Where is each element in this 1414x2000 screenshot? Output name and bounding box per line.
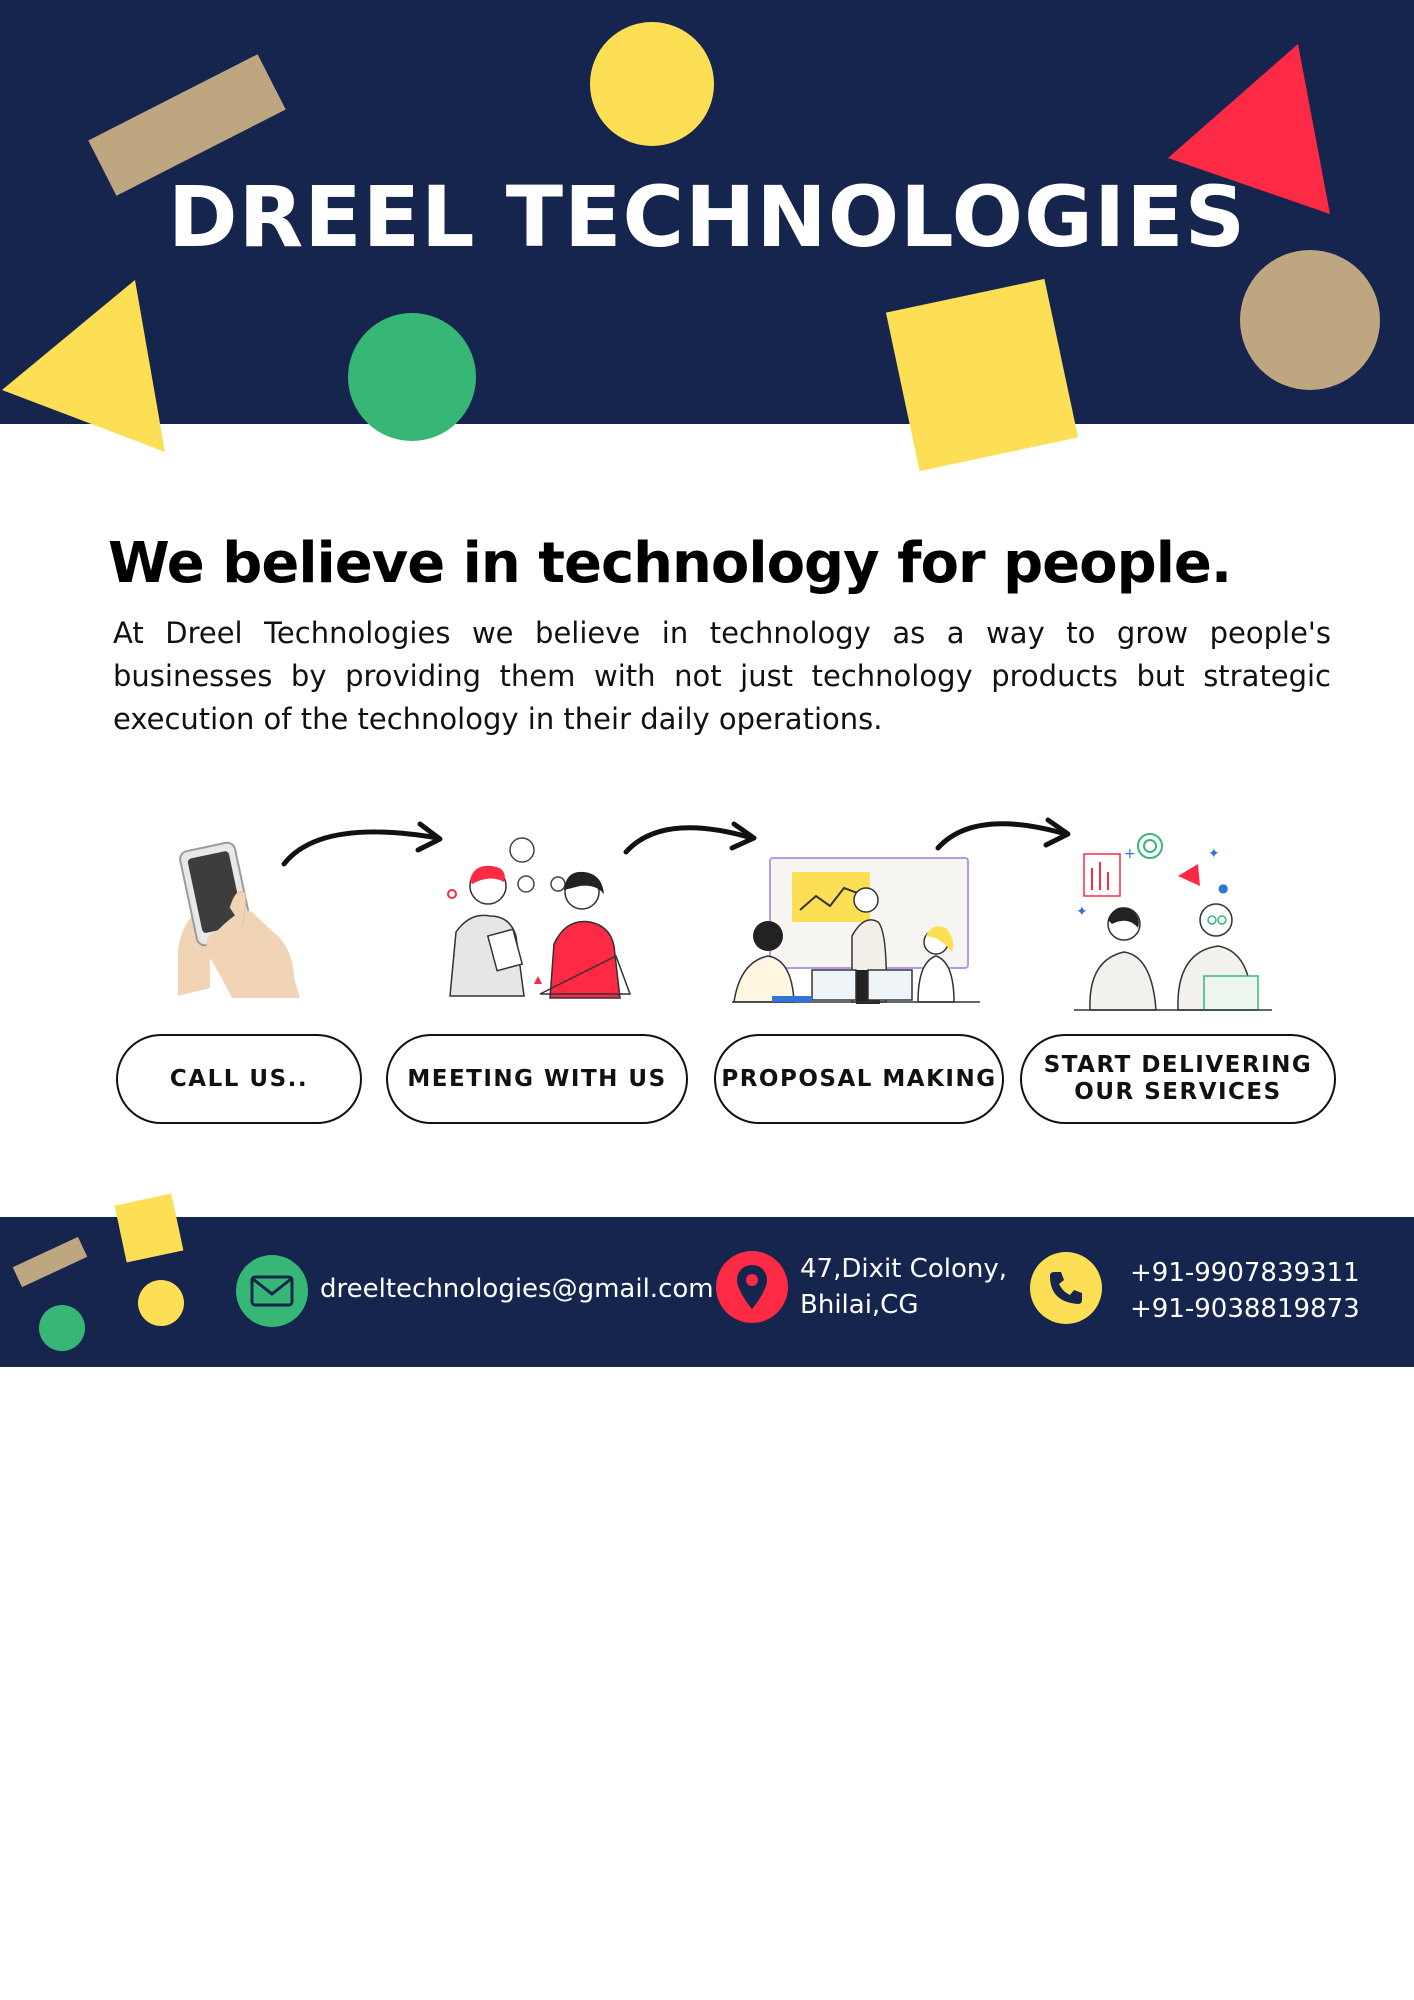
intro-paragraph: At Dreel Technologies we believe in tech…: [113, 616, 1331, 736]
svg-text:+: +: [1124, 846, 1136, 862]
svg-text:●: ●: [1218, 881, 1228, 895]
phone-numbers[interactable]: +91-9907839311 +91-9038819873: [1130, 1255, 1360, 1327]
address-text: 47,Dixit Colony, Bhilai,CG: [800, 1251, 1007, 1323]
delivery-illustration: + ✦ ✦ ●: [1074, 833, 1272, 1011]
step-label: PROPOSAL MAKING: [721, 1065, 997, 1092]
curved-arrow-icon: [281, 821, 443, 867]
presentation-illustration: [732, 857, 980, 1004]
decor-tan-rectangle: [12, 1236, 88, 1288]
headline: We believe in technology for people.: [108, 531, 1232, 596]
phone-2: +91-9038819873: [1130, 1294, 1360, 1324]
decor-yellow-square: [114, 1193, 184, 1263]
header-banner: DREEL TECHNOLOGIES: [0, 0, 1414, 441]
email-value: dreeltechnologies@gmail.com: [320, 1274, 714, 1304]
step-label: MEETING WITH US: [407, 1065, 667, 1092]
location-pin-icon: [716, 1251, 788, 1323]
step-label: START DELIVERING OUR SERVICES: [1043, 1052, 1313, 1105]
curved-arrow-icon: [623, 821, 757, 855]
decor-yellow-circle: [138, 1280, 184, 1326]
decor-yellow-square: [885, 278, 1079, 472]
svg-text:✦: ✦: [1076, 904, 1088, 920]
step-label: CALL US..: [169, 1065, 309, 1092]
page-title: DREEL TECHNOLOGIES: [167, 168, 1247, 266]
decor-yellow-circle: [590, 22, 714, 146]
footer-contact-bar: dreeltechnologies@gmail.com 47,Dixit Col…: [0, 1217, 1414, 1367]
step-call-us[interactable]: CALL US..: [116, 1034, 362, 1124]
decor-green-circle: [39, 1305, 85, 1351]
phone-icon: [1030, 1252, 1102, 1324]
mail-icon: [236, 1255, 308, 1327]
step-proposal[interactable]: PROPOSAL MAKING: [714, 1034, 1004, 1124]
address-line-1: 47,Dixit Colony,: [800, 1254, 1007, 1284]
email-text[interactable]: dreeltechnologies@gmail.com: [320, 1271, 714, 1307]
curved-arrow-icon: [935, 817, 1071, 851]
decor-yellow-triangle: [2, 280, 165, 452]
step-meeting[interactable]: MEETING WITH US: [386, 1034, 688, 1124]
step-start-delivering[interactable]: START DELIVERING OUR SERVICES: [1020, 1034, 1336, 1124]
svg-text:✦: ✦: [1208, 846, 1220, 862]
meeting-illustration: [447, 837, 632, 999]
phone-1: +91-9907839311: [1130, 1258, 1360, 1288]
decor-green-circle: [348, 313, 476, 441]
address-line-2: Bhilai,CG: [800, 1290, 919, 1320]
